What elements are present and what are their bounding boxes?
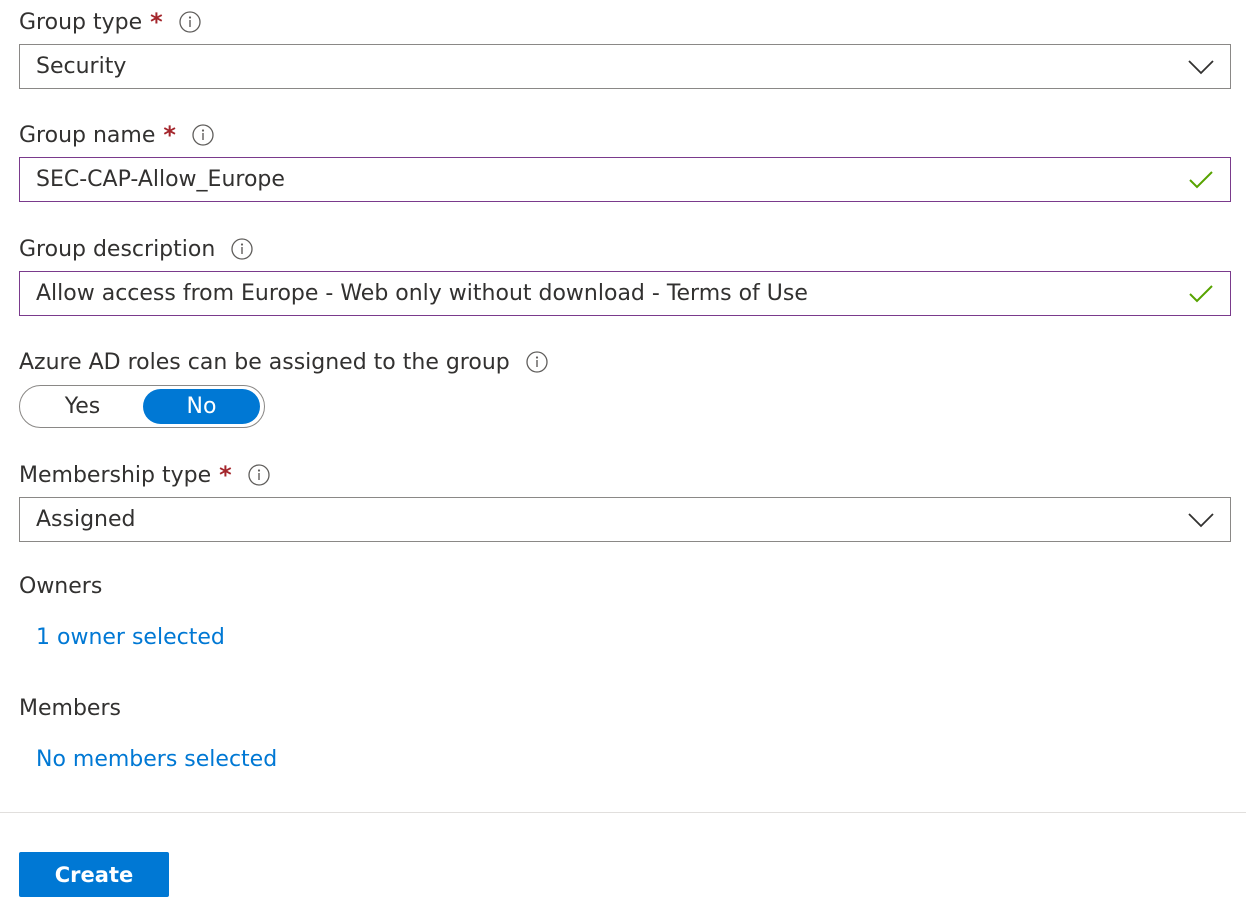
group-description-input[interactable]: Allow access from Europe - Web only with…: [19, 271, 1231, 316]
membership-type-label: Membership type: [19, 462, 212, 488]
toggle-option-no[interactable]: No: [143, 389, 260, 424]
group-name-value: SEC-CAP-Allow_Europe: [36, 167, 285, 192]
group-name-label-row: Group name *: [19, 120, 214, 150]
group-name-label: Group name: [19, 122, 156, 148]
azure-ad-roles-toggle[interactable]: Yes No: [19, 385, 265, 428]
info-icon[interactable]: [248, 464, 270, 486]
membership-type-label-row: Membership type *: [19, 460, 270, 490]
members-link[interactable]: No members selected: [36, 747, 277, 772]
info-icon[interactable]: [231, 238, 253, 260]
create-button[interactable]: Create: [19, 852, 169, 897]
required-asterisk: *: [150, 8, 163, 36]
azure-ad-roles-label: Azure AD roles can be assigned to the gr…: [19, 349, 510, 375]
members-label: Members: [19, 696, 121, 721]
info-icon[interactable]: [192, 124, 214, 146]
toggle-option-yes[interactable]: Yes: [24, 389, 141, 424]
group-type-value: Security: [36, 54, 127, 79]
azure-ad-roles-label-row: Azure AD roles can be assigned to the gr…: [19, 347, 548, 377]
chevron-down-icon[interactable]: [1186, 52, 1216, 82]
group-description-label-row: Group description: [19, 234, 253, 264]
owners-link[interactable]: 1 owner selected: [36, 625, 225, 650]
owners-label: Owners: [19, 574, 103, 599]
group-type-label-row: Group type *: [19, 7, 201, 37]
required-asterisk: *: [219, 461, 232, 489]
membership-type-value: Assigned: [36, 507, 136, 532]
group-type-label: Group type: [19, 9, 143, 35]
membership-type-dropdown[interactable]: Assigned: [19, 497, 1231, 542]
required-asterisk: *: [163, 121, 176, 149]
group-description-label: Group description: [19, 236, 216, 262]
checkmark-icon: [1186, 279, 1216, 309]
group-name-input[interactable]: SEC-CAP-Allow_Europe: [19, 157, 1231, 202]
chevron-down-icon[interactable]: [1186, 505, 1216, 535]
checkmark-icon: [1186, 165, 1216, 195]
new-group-form: Group type * Security Group name * SEC-C…: [0, 0, 1246, 913]
footer-divider: [0, 812, 1246, 813]
info-icon[interactable]: [179, 11, 201, 33]
group-type-dropdown[interactable]: Security: [19, 44, 1231, 89]
info-icon[interactable]: [526, 351, 548, 373]
group-description-value: Allow access from Europe - Web only with…: [36, 281, 808, 306]
